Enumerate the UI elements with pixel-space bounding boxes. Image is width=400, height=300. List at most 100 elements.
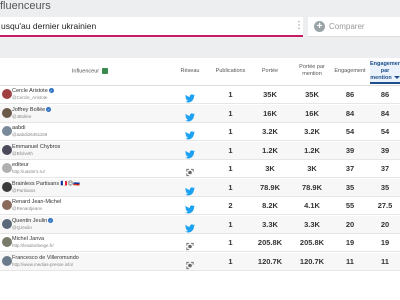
- reach-per-mention-value: 35K: [305, 90, 319, 99]
- reach-value: 78.9K: [259, 182, 280, 192]
- influencer-name-text: Joffrey Bollée: [12, 106, 46, 113]
- avatar[interactable]: [2, 126, 12, 136]
- top-bar: fluenceurs: [0, 0, 400, 14]
- search-input[interactable]: usqu'au dernier ukrainien ⋮: [0, 17, 304, 37]
- influencer-name[interactable]: Michel Janva: [12, 236, 44, 242]
- filter-icon[interactable]: [102, 68, 109, 74]
- reach-per-mention-value: 3.3K: [304, 219, 320, 229]
- engagement-value: 55: [345, 201, 355, 210]
- engagement-per-mention-value: 54: [380, 127, 390, 136]
- influencer-name[interactable]: Quentin Jeulin ✓: [12, 217, 54, 224]
- influencer-name-text: aabdi: [12, 125, 26, 131]
- engagement-value: 84: [345, 108, 355, 118]
- influencer-handle[interactable]: @Bfolveth: [12, 151, 33, 156]
- publications-value: 1: [228, 145, 233, 155]
- verified-icon: ✓: [48, 217, 54, 223]
- publications-value: 1: [228, 90, 233, 99]
- compare-button[interactable]: + Comparer: [308, 17, 400, 37]
- influencer-name[interactable]: editeur: [12, 162, 29, 168]
- table-row[interactable]: Cercle Aristote ✓ @Cercle_Aristote 1 35K 35K 8…: [0, 86, 400, 104]
- reach-per-mention-value: 16K: [305, 108, 319, 118]
- more-options-icon[interactable]: ⋮: [294, 20, 304, 32]
- publications-value: 1: [228, 256, 233, 266]
- influencer-name-text: Brainless Partisans 🇫🇷😊🇷🇺: [12, 180, 81, 187]
- table-row[interactable]: Renard Jean-Michel @Renardjeanv 2 8.2K 4.1K 5…: [0, 197, 400, 215]
- influencer-handle[interactable]: @Cercle_Aristote: [12, 95, 47, 100]
- reach-value: 8.2K: [262, 201, 278, 210]
- engagement-per-mention-value: 11: [381, 256, 389, 266]
- influencer-name[interactable]: Francesco de Villeromundo: [12, 255, 79, 261]
- influencer-handle[interactable]: @Renardjeanv: [12, 206, 42, 211]
- reach-per-mention-value: 205.8K: [299, 238, 325, 247]
- column-header-engagement-per-mention[interactable]: Engagement par mention: [370, 61, 400, 84]
- reach-value: 1.2K: [262, 145, 278, 155]
- influencer-name-text: editeur: [12, 162, 29, 168]
- avatar[interactable]: [2, 107, 12, 118]
- column-header-reach[interactable]: Portée: [250, 68, 290, 75]
- influencer-name[interactable]: Renard Jean-Michel: [12, 199, 61, 205]
- engagement-value: 20: [345, 219, 355, 229]
- table-row[interactable]: aabdi @aabdi26451159 1 3.2K 3.2K 54 54: [0, 123, 400, 141]
- publications-value: 1: [228, 127, 233, 136]
- influencer-handle[interactable]: http://www.medias-presse.info/: [12, 262, 73, 267]
- table-row[interactable]: Francesco de Villeromundo http://www.medi…: [0, 252, 400, 271]
- influencer-handle[interactable]: http://lesalonbeige.fr/: [12, 243, 54, 248]
- engagement-value: 19: [345, 238, 355, 247]
- table-row[interactable]: editeur http://uastin's.ru/1 3K 3K 37 37: [0, 160, 400, 178]
- avatar[interactable]: [2, 218, 12, 229]
- influencer-name-text: Renard Jean-Michel: [12, 199, 62, 205]
- engagement-value: 35: [345, 182, 355, 192]
- avatar[interactable]: [2, 89, 12, 99]
- avatar[interactable]: [2, 163, 12, 173]
- influencer-handle[interactable]: @QJeulin: [12, 225, 32, 230]
- table-row[interactable]: Quentin Jeulin ✓ @QJeulin 1 3.3K 3.3K 20 20: [0, 215, 400, 234]
- reach-value: 16K: [263, 108, 277, 118]
- engagement-per-mention-value: 35: [380, 182, 390, 192]
- table-row[interactable]: Emmanuel Chybros @Bfolveth 1 1.2K 1.2K 39 39: [0, 141, 400, 160]
- column-header-influencer[interactable]: Influenceur: [45, 68, 135, 75]
- influencer-handle[interactable]: http://uastin's.ru/: [12, 169, 45, 174]
- twitter-icon: [185, 146, 195, 158]
- column-header-network[interactable]: Réseau: [175, 68, 205, 75]
- influencer-name-text: Francesco de Villeromundo: [12, 254, 79, 261]
- influencer-name[interactable]: Brainless Partisans 🇫🇷😊🇷🇺: [12, 181, 80, 187]
- column-header-publications[interactable]: Publications: [213, 68, 248, 75]
- engagement-per-mention-value: 27.5: [377, 201, 393, 210]
- influencer-handle[interactable]: @JBollee: [12, 114, 31, 119]
- reach-value: 205.8K: [257, 238, 283, 247]
- avatar[interactable]: [2, 144, 12, 155]
- reach-per-mention-value: 1.2K: [304, 145, 320, 155]
- twitter-icon: [185, 109, 195, 121]
- influencer-name[interactable]: Joffrey Bollée ✓: [12, 106, 52, 113]
- avatar[interactable]: [2, 255, 12, 266]
- engagement-per-mention-value: 84: [380, 108, 390, 118]
- influencer-name[interactable]: Emmanuel Chybros: [12, 144, 60, 150]
- publications-value: 1: [228, 238, 233, 247]
- table-row[interactable]: Joffrey Bollée ✓ @JBollee 1 16K 16K 84 84: [0, 104, 400, 123]
- twitter-icon: [185, 201, 195, 214]
- influencer-handle[interactable]: @aabdi26451159: [12, 132, 47, 137]
- publications-value: 1: [228, 164, 233, 173]
- avatar[interactable]: [2, 237, 12, 247]
- reach-per-mention-value: 3.2K: [304, 127, 320, 136]
- engagement-per-mention-value: 19: [380, 238, 390, 247]
- twitter-icon: [185, 90, 195, 103]
- influencer-name[interactable]: Cercle Aristote ✓: [12, 88, 54, 94]
- reach-per-mention-value: 3K: [307, 164, 317, 173]
- avatar[interactable]: [2, 181, 12, 192]
- sort-desc-icon: [393, 76, 400, 80]
- table-row[interactable]: Michel Janva http://lesalonbeige.fr/1 205.…: [0, 234, 400, 252]
- column-header-engagement[interactable]: Engagement: [330, 68, 370, 75]
- search-query: usqu'au dernier ukrainien: [1, 21, 97, 31]
- twitter-icon: [185, 220, 195, 232]
- influencer-handle[interactable]: @Partisans: [12, 188, 35, 193]
- avatar[interactable]: [2, 200, 12, 210]
- reach-per-mention-value: 4.1K: [304, 201, 320, 210]
- influencer-name[interactable]: aabdi: [12, 125, 25, 131]
- reach-value: 35K: [263, 90, 277, 99]
- plus-icon: +: [314, 21, 325, 32]
- influencer-name-text: Emmanuel Chybros: [12, 143, 61, 150]
- influencer-name-text: Michel Janva: [12, 236, 45, 242]
- column-header-reach-per-mention[interactable]: Portée par mention: [292, 64, 332, 78]
- table-row[interactable]: Brainless Partisans 🇫🇷😊🇷🇺 @Partisans 1 78.9…: [0, 178, 400, 197]
